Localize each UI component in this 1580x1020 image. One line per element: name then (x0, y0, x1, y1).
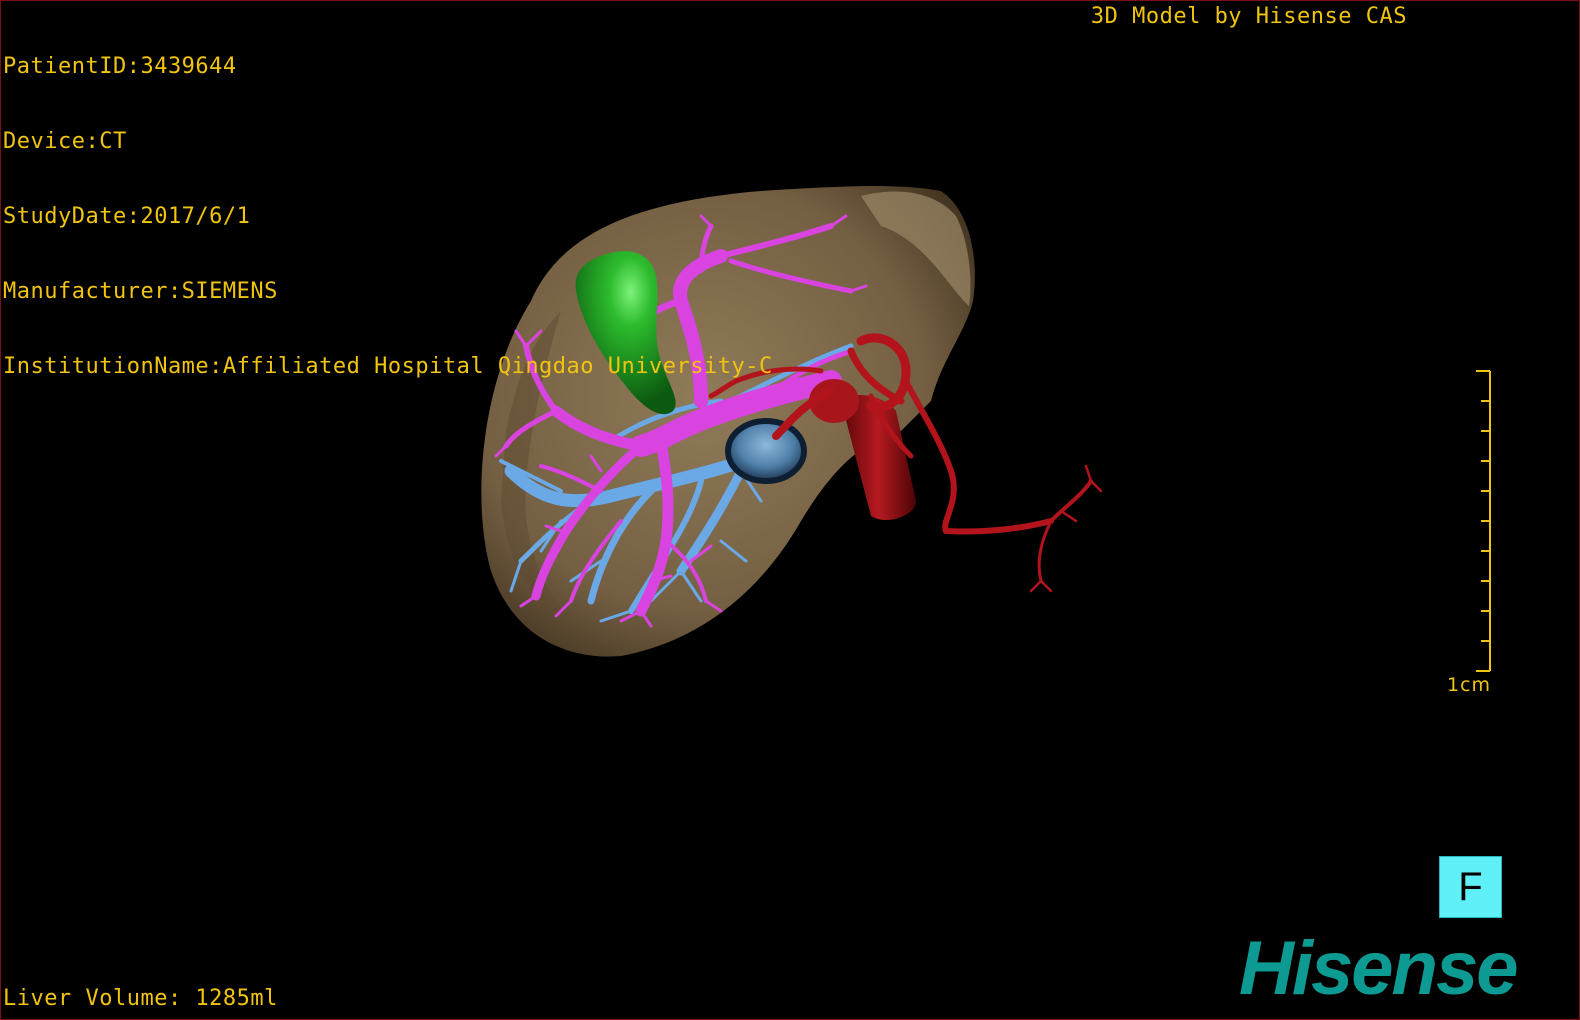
liver-volume: Liver Volume: 1285ml (3, 986, 278, 1011)
lesion (725, 418, 807, 484)
scale-bar (1476, 370, 1491, 672)
model-watermark: 3D Model by Hisense CAS (1090, 4, 1407, 29)
hisense-logo: Hisense (1239, 926, 1518, 1011)
device: Device:CT (3, 129, 127, 154)
study-date: StudyDate:2017/6/1 (3, 204, 251, 229)
manufacturer: Manufacturer:SIEMENS (3, 279, 278, 304)
patient-id: PatientID:3439644 (3, 54, 237, 79)
institution-name: InstitutionName:Affiliated Hospital Qing… (3, 354, 773, 379)
orientation-front-button[interactable]: F (1439, 856, 1502, 918)
scale-label: 1cm (1447, 674, 1492, 696)
3d-viewport[interactable]: PatientID:3439644 Device:CT StudyDate:20… (0, 0, 1580, 1020)
study-metadata: PatientID:3439644 Device:CT StudyDate:20… (3, 4, 773, 429)
